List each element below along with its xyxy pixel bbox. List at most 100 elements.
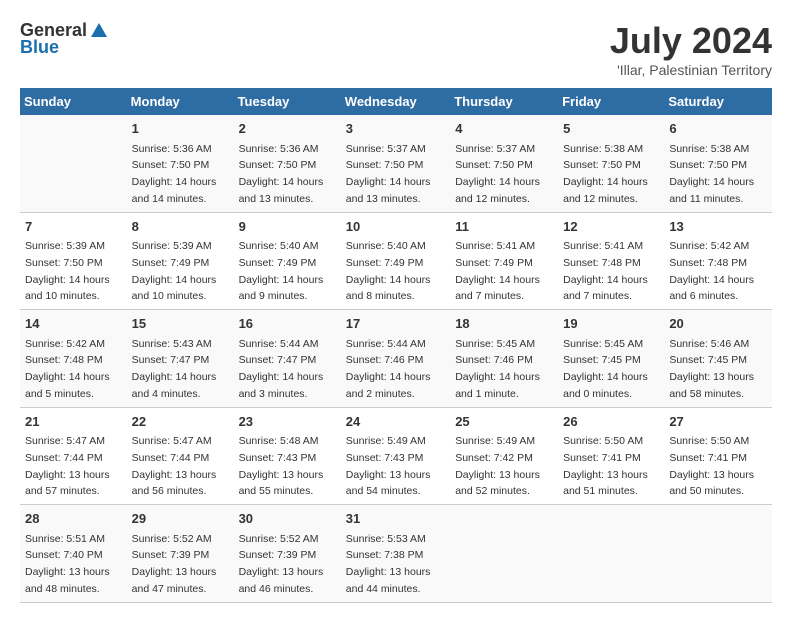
daylight-text: Daylight: 13 hours and 46 minutes.	[239, 566, 324, 595]
date-number: 5	[563, 119, 659, 139]
sunset-text: Sunset: 7:49 PM	[132, 257, 210, 269]
sunrise-text: Sunrise: 5:51 AM	[25, 533, 105, 545]
calendar-week-row: 1Sunrise: 5:36 AMSunset: 7:50 PMDaylight…	[20, 115, 772, 212]
sunrise-text: Sunrise: 5:42 AM	[669, 240, 749, 252]
calendar-cell: 14 Sunrise: 5:42 AM Sunset: 7:48 PM Dayligh…	[20, 310, 127, 408]
calendar-cell: 13 Sunrise: 5:42 AM Sunset: 7:48 PM Dayligh…	[664, 212, 772, 310]
sunset-text: Sunset: 7:38 PM	[346, 549, 424, 561]
calendar-cell: 12Sunrise: 5:41 AMSunset: 7:48 PMDayligh…	[558, 212, 664, 310]
sunset-text: Sunset: 7:48 PM	[25, 354, 103, 366]
date-number: 7	[25, 217, 122, 237]
month-title: July 2024	[610, 20, 772, 62]
sunset-text: Sunset: 7:47 PM	[132, 354, 210, 366]
calendar-cell: 27Sunrise: 5:50 AMSunset: 7:41 PMDayligh…	[664, 407, 772, 505]
daylight-text: Daylight: 14 hours and 12 minutes.	[563, 176, 648, 205]
daylight-text: Daylight: 14 hours and 9 minutes.	[239, 274, 324, 303]
calendar-cell: 31Sunrise: 5:53 AMSunset: 7:38 PMDayligh…	[341, 505, 450, 603]
sunset-text: Sunset: 7:49 PM	[239, 257, 317, 269]
calendar-cell: 21Sunrise: 5:47 AMSunset: 7:44 PMDayligh…	[20, 407, 127, 505]
calendar-week-row: 14 Sunrise: 5:42 AM Sunset: 7:48 PM Dayligh…	[20, 310, 772, 408]
calendar-week-row: 21 Sunrise: 5:47 AM Sunset: 7:44 PM Dayligh…	[20, 407, 772, 505]
daylight-text: Daylight: 14 hours and 11 minutes.	[669, 176, 754, 205]
sunrise-text: Sunrise: 5:38 AM	[563, 143, 643, 155]
daylight-text: Daylight: 14 hours and 5 minutes.	[25, 371, 110, 400]
date-number: 22	[132, 412, 229, 432]
location: 'Illar, Palestinian Territory	[610, 62, 772, 78]
sunrise-text: Sunrise: 5:44 AM	[346, 338, 426, 350]
weekday-header-thursday: Thursday	[450, 88, 558, 115]
sunset-text: Sunset: 7:44 PM	[25, 452, 103, 464]
daylight-text: Daylight: 14 hours and 13 minutes.	[239, 176, 324, 205]
date-number: 13	[669, 217, 767, 237]
sunrise-text: Sunrise: 5:48 AM	[239, 435, 319, 447]
calendar-cell: 29Sunrise: 5:52 AMSunset: 7:39 PMDayligh…	[127, 505, 234, 603]
calendar-cell: 30Sunrise: 5:52 AMSunset: 7:39 PMDayligh…	[234, 505, 341, 603]
sunrise-text: Sunrise: 5:47 AM	[132, 435, 212, 447]
sunset-text: Sunset: 7:41 PM	[563, 452, 641, 464]
date-number: 24	[346, 412, 445, 432]
sunrise-text: Sunrise: 5:49 AM	[455, 435, 535, 447]
daylight-text: Daylight: 14 hours and 6 minutes.	[669, 274, 754, 303]
weekday-header-row: SundayMondayTuesdayWednesdayThursdayFrid…	[20, 88, 772, 115]
daylight-text: Daylight: 13 hours and 58 minutes.	[669, 371, 754, 400]
daylight-text: Daylight: 14 hours and 13 minutes.	[346, 176, 431, 205]
sunrise-text: Sunrise: 5:40 AM	[346, 240, 426, 252]
date-number: 25	[455, 412, 553, 432]
daylight-text: Daylight: 14 hours and 14 minutes.	[132, 176, 217, 205]
calendar-cell: 18Sunrise: 5:45 AMSunset: 7:46 PMDayligh…	[450, 310, 558, 408]
sunset-text: Sunset: 7:40 PM	[25, 549, 103, 561]
calendar-cell: 17Sunrise: 5:44 AMSunset: 7:46 PMDayligh…	[341, 310, 450, 408]
calendar-week-row: 7Sunrise: 5:39 AMSunset: 7:50 PMDaylight…	[20, 212, 772, 310]
calendar-cell: 4Sunrise: 5:37 AMSunset: 7:50 PMDaylight…	[450, 115, 558, 212]
date-number: 10	[346, 217, 445, 237]
calendar-cell: 22Sunrise: 5:47 AMSunset: 7:44 PMDayligh…	[127, 407, 234, 505]
calendar-cell: 20Sunrise: 5:46 AMSunset: 7:45 PMDayligh…	[664, 310, 772, 408]
weekday-header-friday: Friday	[558, 88, 664, 115]
logo-icon	[89, 21, 109, 41]
calendar-cell: 26Sunrise: 5:50 AMSunset: 7:41 PMDayligh…	[558, 407, 664, 505]
sunrise-text: Sunrise: 5:38 AM	[669, 143, 749, 155]
sunset-text: Sunset: 7:50 PM	[25, 257, 103, 269]
calendar-cell: 2Sunrise: 5:36 AMSunset: 7:50 PMDaylight…	[234, 115, 341, 212]
sunset-text: Sunset: 7:43 PM	[239, 452, 317, 464]
sunset-text: Sunset: 7:48 PM	[669, 257, 747, 269]
date-number: 11	[455, 217, 553, 237]
date-number: 14	[25, 314, 122, 334]
daylight-text: Daylight: 13 hours and 52 minutes.	[455, 469, 540, 498]
weekday-header-tuesday: Tuesday	[234, 88, 341, 115]
sunset-text: Sunset: 7:50 PM	[455, 159, 533, 171]
calendar-cell	[450, 505, 558, 603]
sunrise-text: Sunrise: 5:36 AM	[239, 143, 319, 155]
date-number: 8	[132, 217, 229, 237]
calendar-cell: 25Sunrise: 5:49 AMSunset: 7:42 PMDayligh…	[450, 407, 558, 505]
date-number: 3	[346, 119, 445, 139]
date-number: 12	[563, 217, 659, 237]
weekday-header-monday: Monday	[127, 88, 234, 115]
sunrise-text: Sunrise: 5:43 AM	[132, 338, 212, 350]
date-number: 21	[25, 412, 122, 432]
sunrise-text: Sunrise: 5:50 AM	[563, 435, 643, 447]
date-number: 28	[25, 509, 122, 529]
weekday-header-wednesday: Wednesday	[341, 88, 450, 115]
daylight-text: Daylight: 14 hours and 3 minutes.	[239, 371, 324, 400]
date-number: 31	[346, 509, 445, 529]
calendar-cell: 11Sunrise: 5:41 AMSunset: 7:49 PMDayligh…	[450, 212, 558, 310]
sunset-text: Sunset: 7:41 PM	[669, 452, 747, 464]
daylight-text: Daylight: 13 hours and 44 minutes.	[346, 566, 431, 595]
sunrise-text: Sunrise: 5:42 AM	[25, 338, 105, 350]
daylight-text: Daylight: 13 hours and 51 minutes.	[563, 469, 648, 498]
title-block: July 2024 'Illar, Palestinian Territory	[610, 20, 772, 78]
page-header: General Blue July 2024 'Illar, Palestini…	[20, 20, 772, 78]
daylight-text: Daylight: 14 hours and 0 minutes.	[563, 371, 648, 400]
calendar-cell: 5 Sunrise: 5:38 AM Sunset: 7:50 PM Daylight…	[558, 115, 664, 212]
calendar-cell: 6Sunrise: 5:38 AMSunset: 7:50 PMDaylight…	[664, 115, 772, 212]
date-number: 23	[239, 412, 336, 432]
date-number: 2	[239, 119, 336, 139]
weekday-header-sunday: Sunday	[20, 88, 127, 115]
sunset-text: Sunset: 7:39 PM	[132, 549, 210, 561]
daylight-text: Daylight: 14 hours and 7 minutes.	[563, 274, 648, 303]
sunset-text: Sunset: 7:50 PM	[563, 159, 641, 171]
daylight-text: Daylight: 13 hours and 47 minutes.	[132, 566, 217, 595]
daylight-text: Daylight: 14 hours and 10 minutes.	[132, 274, 217, 303]
sunset-text: Sunset: 7:39 PM	[239, 549, 317, 561]
